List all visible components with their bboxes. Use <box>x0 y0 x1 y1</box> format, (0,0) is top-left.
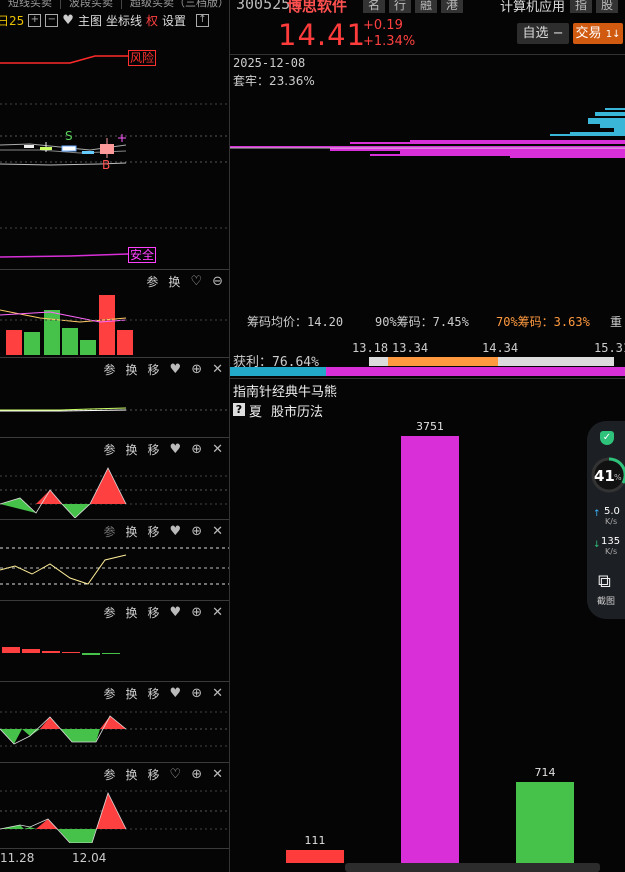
range-tick: 13.18 <box>352 341 389 355</box>
watchlist-button[interactable]: 自选 − <box>517 23 569 44</box>
pane1-svg <box>0 407 229 412</box>
date-label: 12.04 <box>72 851 107 865</box>
left-kline-panel: 短线买卖波段买卖超级买卖（三档版） 日25 + − ♥ 主图 坐标线 权 设置 … <box>0 0 230 872</box>
crop-icon[interactable]: ⧉ <box>598 571 611 592</box>
right-info-panel: 300525 博思软件 名 行 融 港 计算机应用 指 股 14.41 +0.1… <box>230 0 625 872</box>
stock-name[interactable]: 博思软件 <box>287 0 347 16</box>
strategy-tabs: 短线买卖 波段买卖 超级买卖（三档版） <box>0 0 229 9</box>
pane5-svg <box>0 711 229 747</box>
avg-cost: 筹码均价：14.20 <box>247 315 344 329</box>
b-marker: B <box>102 158 111 172</box>
sector-label[interactable]: 计算机应用 <box>500 0 565 15</box>
download-speed: 135 <box>601 536 621 547</box>
heart-icon[interactable]: ♥ <box>62 13 74 28</box>
chip-divider <box>230 378 625 379</box>
bar-0 <box>286 850 344 863</box>
current-price: 14.41 <box>278 18 367 52</box>
date-axis: 11.28 12.04 <box>0 848 229 872</box>
expand-icon[interactable]: ↑ <box>196 13 209 27</box>
upload-speed: 5.0 <box>604 506 620 517</box>
period-label[interactable]: 日25 <box>0 12 24 29</box>
main-price-svg <box>0 55 229 258</box>
chip-distribution-svg[interactable] <box>230 90 625 310</box>
floating-monitor-widget[interactable]: ✓ 41 % ↑ 5.0 K/s ↓ 135 K/s ⧉ 截图 <box>587 421 625 619</box>
memory-percent: 41 <box>594 467 615 485</box>
bull-bear-bar-chart: 111 3751 714 <box>230 420 625 863</box>
pane2-svg <box>0 467 229 518</box>
indicator-pane-5[interactable]: 参 换 移 ♥ ⊕ ✕ <box>0 681 229 762</box>
volume-svg <box>0 295 229 355</box>
bar-1 <box>401 436 459 863</box>
price-change-pct: +1.34% <box>363 34 416 49</box>
risk-label: 风险 <box>128 50 157 66</box>
chip-90: 90%筹码：7.45% <box>375 315 469 329</box>
upload-speed-unit: K/s <box>605 517 618 526</box>
indicator-title: 指南针经典牛马熊 <box>233 385 338 400</box>
tab-short-trade[interactable]: 短线买卖 <box>0 0 61 9</box>
screenshot-label[interactable]: 截图 <box>597 594 615 607</box>
trade-button-label: 交易 <box>575 26 602 41</box>
main-price-pane[interactable]: S B 风险 安全 <box>0 32 229 268</box>
tab-swing-trade[interactable]: 波段买卖 <box>61 0 122 9</box>
coord-line-button[interactable]: 坐标线 <box>106 12 142 29</box>
stock-code: 300525 <box>236 0 291 13</box>
pane3-svg <box>0 547 229 585</box>
sector-tag-stock[interactable]: 股 <box>596 0 619 13</box>
tag-hang[interactable]: 行 <box>389 0 412 13</box>
season-label: 夏 <box>249 405 263 420</box>
range-tick: 15.31 <box>594 341 625 355</box>
header-divider <box>230 54 625 55</box>
bar-value-label-2: 714 <box>534 765 556 779</box>
main-chart-button[interactable]: 主图 <box>78 12 102 29</box>
bottom-scrollbar[interactable] <box>345 863 600 872</box>
range-tick: 14.34 <box>482 341 519 355</box>
trade-sub-icon: 1↓ <box>605 29 621 40</box>
range-70-segment <box>388 357 498 366</box>
zoom-out-button[interactable]: − <box>45 13 59 27</box>
chip-70: 70%筹码：3.63% <box>496 315 590 329</box>
profit-range-bar <box>230 357 625 376</box>
sector-tag-index[interactable]: 指 <box>570 0 593 13</box>
memory-percent-unit: % <box>614 473 622 482</box>
bar-2 <box>516 781 574 863</box>
help-icon[interactable]: ? <box>233 403 245 416</box>
date-label: 11.28 <box>0 851 35 865</box>
pane4-svg <box>2 647 120 655</box>
indicator-pane-3[interactable]: 参 换 移 ♥ ⊕ ✕ <box>0 519 229 600</box>
price-change-block: +0.19 +1.34% <box>363 18 415 50</box>
indicator-pane-4[interactable]: 参 换 移 ♥ ⊕ ✕ <box>0 600 229 681</box>
indicator-pane-1[interactable]: 参 换 移 ♥ ⊕ ✕ <box>0 357 229 436</box>
download-arrow-icon: ↓ <box>593 540 601 550</box>
trade-button[interactable]: 交易 1↓ <box>573 23 623 44</box>
kline-toolbar: 日25 + − ♥ 主图 坐标线 权 设置 ↑ <box>0 10 229 30</box>
indicator-pane-2[interactable]: 参 换 移 ♥ ⊕ ✕ <box>0 437 229 518</box>
bar-value-label-1: 3751 <box>416 420 444 433</box>
zoom-in-button[interactable]: + <box>28 13 42 27</box>
quan-button[interactable]: 权 <box>146 12 158 29</box>
safe-label: 安全 <box>128 247 157 263</box>
tag-rong[interactable]: 融 <box>415 0 438 13</box>
shield-icon[interactable]: ✓ <box>600 431 614 445</box>
tag-ming[interactable]: 名 <box>363 0 386 13</box>
tab-super-trade[interactable]: 超级买卖（三档版） <box>122 0 229 9</box>
settings-button[interactable]: 设置 <box>162 12 186 29</box>
range-tick: 13.34 <box>392 341 429 355</box>
pane6-svg <box>0 790 229 843</box>
bar-value-label-0: 111 <box>304 834 326 848</box>
volume-pane[interactable]: 参 换 ♡ ⊖ <box>0 269 229 355</box>
upload-arrow-icon: ↑ <box>593 509 601 519</box>
calendar-subtitle: 股市历法 <box>271 405 324 420</box>
s-marker: S <box>65 129 73 143</box>
chip-date: 2025-12-08 <box>233 56 306 70</box>
range-loss-segment <box>230 367 326 376</box>
download-speed-unit: K/s <box>605 547 618 556</box>
heavy-label: 重 <box>610 315 623 329</box>
trap-ratio: 套牢：23.36% <box>233 74 315 88</box>
indicator-pane-6[interactable]: 参 换 移 ♡ ⊕ ✕ <box>0 762 229 843</box>
price-change: +0.19 <box>363 18 403 33</box>
tag-gang[interactable]: 港 <box>441 0 464 13</box>
